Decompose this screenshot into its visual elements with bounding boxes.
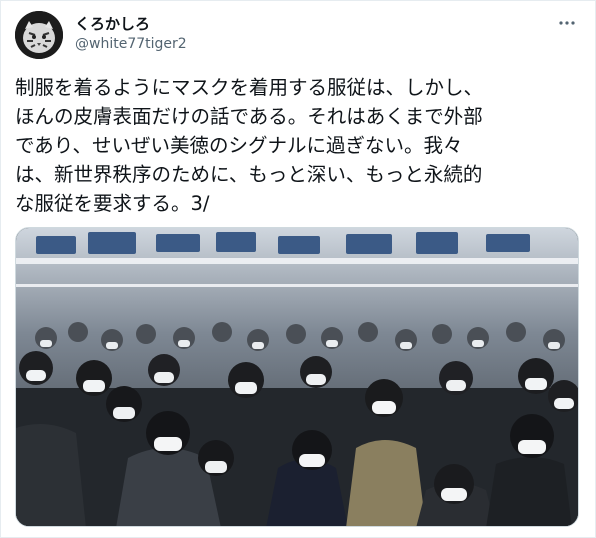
crowd-photo: [16, 228, 578, 526]
tweet-card: くろかしろ @white77tiger2 制服を着るようにマスクを着用する服従は…: [0, 0, 596, 538]
tweet-media-photo[interactable]: [15, 227, 579, 527]
tweet-text: 制服を着るようにマスクを着用する服従は、しかし、 ほんの皮膚表面だけの話である。…: [15, 76, 484, 215]
more-options-icon[interactable]: [557, 13, 577, 33]
avatar[interactable]: [15, 11, 63, 59]
display-name[interactable]: くろかしろ: [75, 13, 150, 34]
user-handle[interactable]: @white77tiger2: [75, 36, 187, 52]
tiger-avatar-icon: [15, 11, 63, 59]
